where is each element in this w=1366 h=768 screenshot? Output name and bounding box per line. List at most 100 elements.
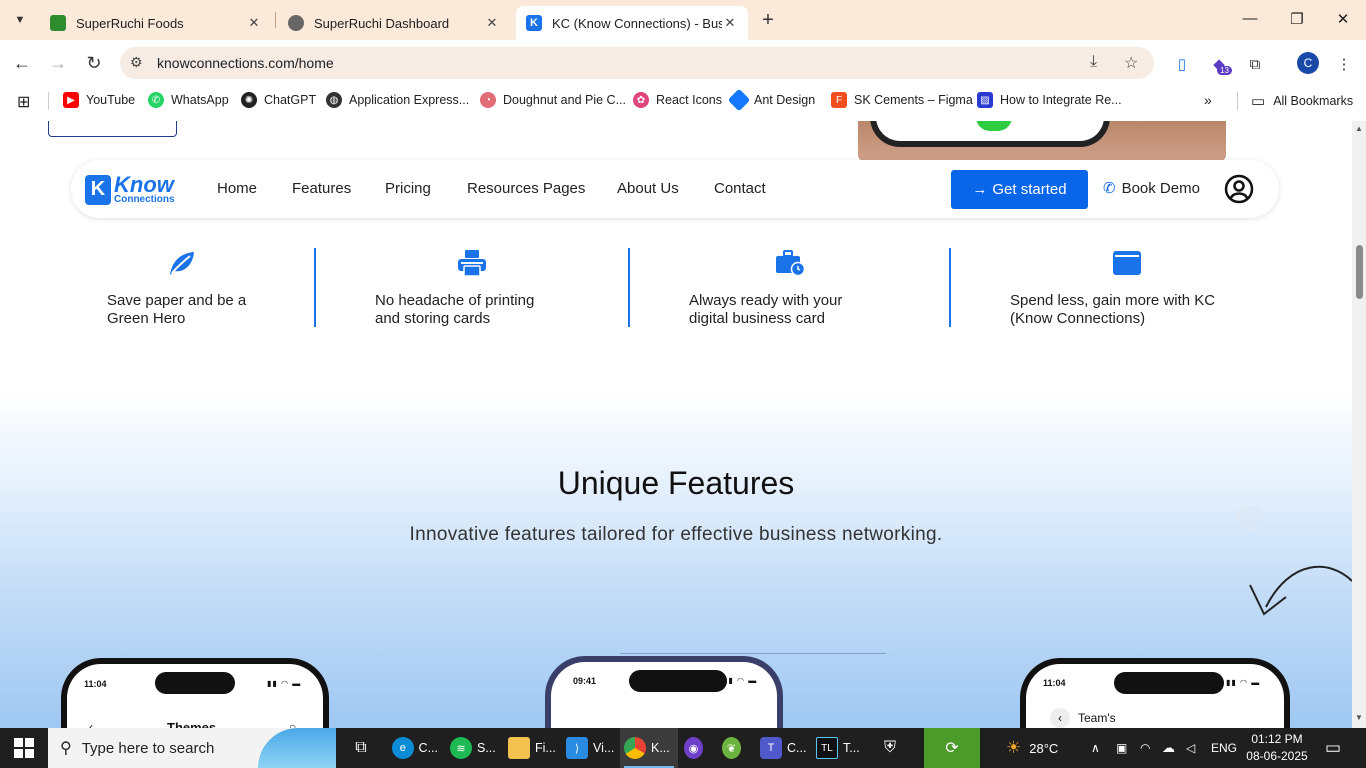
- vscode-icon: ⟩: [566, 737, 588, 759]
- bookmark-how-to-integrate[interactable]: ▨ How to Integrate Re...: [977, 92, 1122, 108]
- profile-avatar[interactable]: C: [1297, 52, 1319, 74]
- nav-about-us[interactable]: About Us: [617, 180, 679, 197]
- know-connections-logo[interactable]: K Know Connections: [85, 174, 175, 205]
- onedrive-cloud-icon[interactable]: ☁: [1162, 728, 1175, 768]
- taskbar-clock[interactable]: 01:12 PM 08-06-2025: [1244, 731, 1310, 765]
- bookmark-react-icons[interactable]: ✿ React Icons: [633, 92, 722, 108]
- taskbar-app-spring[interactable]: ❦: [720, 728, 746, 768]
- taskbar-app-tl[interactable]: TL T...: [812, 728, 866, 768]
- address-bar[interactable]: ⚙ knowconnections.com/home ⤓ ☆: [120, 47, 1154, 79]
- close-tab-icon[interactable]: ✕: [484, 15, 500, 31]
- nav-contact[interactable]: Contact: [714, 180, 766, 197]
- wallet-icon: [1113, 251, 1141, 275]
- phone-time: 11:04: [84, 679, 107, 689]
- taskbar-search-box[interactable]: ⚲ Type here to search: [48, 728, 336, 768]
- security-shield-icon[interactable]: ⛨: [884, 728, 896, 768]
- volume-icon[interactable]: ◁: [1186, 728, 1195, 768]
- phone-screen-title: Themes: [167, 720, 217, 728]
- weather-widget[interactable]: ☀ 28°C: [1006, 728, 1058, 768]
- taskbar-app-file-explorer[interactable]: Fi...: [504, 728, 558, 768]
- windows-start-icon[interactable]: [14, 738, 34, 758]
- leaf-icon: [170, 252, 194, 275]
- taskbar-app-github[interactable]: ◉: [682, 728, 708, 768]
- features-subtitle: Innovative features tailored for effecti…: [409, 524, 943, 545]
- bookmark-chatgpt[interactable]: ✺ ChatGPT: [241, 92, 316, 108]
- windows-taskbar: ⚲ Type here to search ⧉ e C... ≋ S... Fi..…: [0, 728, 1366, 768]
- bookmark-whatsapp[interactable]: ✆ WhatsApp: [148, 92, 229, 108]
- scroll-down-icon[interactable]: ▼: [1355, 713, 1363, 722]
- notifications-icon[interactable]: ▭: [1325, 728, 1341, 768]
- tl-icon: TL: [816, 737, 838, 759]
- nav-features[interactable]: Features: [292, 180, 351, 197]
- taskbar-app-edge[interactable]: e C...: [388, 728, 438, 768]
- features-title: Unique Features: [557, 465, 795, 501]
- hero-outline-button[interactable]: [48, 121, 177, 137]
- bookmark-ant-design[interactable]: Ant Design: [727, 88, 815, 112]
- tab-superruchi-foods[interactable]: SuperRuchi Foods ✕: [40, 6, 272, 40]
- show-hidden-icons-chevron[interactable]: ∧: [1091, 728, 1100, 768]
- benefit-text: Spend less, gain more with KC (Know Conne…: [1010, 292, 1216, 327]
- get-started-button[interactable]: → Get started: [951, 170, 1088, 209]
- phone-screen-title: Team's: [1078, 711, 1116, 725]
- more-bookmarks-chevron-icon[interactable]: »: [1204, 92, 1212, 108]
- nav-pricing[interactable]: Pricing: [385, 180, 431, 197]
- install-app-icon[interactable]: ⤓: [1090, 53, 1097, 71]
- bookmark-label: SK Cements – Figma: [854, 93, 973, 107]
- all-bookmarks-button[interactable]: ▭ All Bookmarks: [1251, 92, 1353, 110]
- page-scrollbar[interactable]: ▲ ▼: [1352, 121, 1366, 728]
- forward-icon[interactable]: →: [47, 52, 69, 74]
- new-tab-icon[interactable]: +: [758, 10, 778, 30]
- tab-superruchi-dashboard[interactable]: SuperRuchi Dashboard ✕: [278, 6, 510, 40]
- taskbar-app-spotify[interactable]: ≋ S...: [446, 728, 498, 768]
- book-demo-button[interactable]: ✆ Book Demo: [1103, 179, 1200, 198]
- reload-icon[interactable]: ↻: [83, 52, 105, 74]
- chatgpt-icon: ✺: [241, 92, 257, 108]
- extensions-puzzle-icon[interactable]: ⧉: [1244, 53, 1266, 75]
- close-tab-icon[interactable]: ✕: [246, 15, 262, 31]
- browser-tab-strip: ▼ SuperRuchi Foods ✕ SuperRuchi Dashboar…: [0, 0, 1366, 40]
- nav-home[interactable]: Home: [217, 180, 257, 197]
- bookmark-doughnut-pie[interactable]: ◔ Doughnut and Pie C...: [480, 92, 626, 108]
- tab-title: KC (Know Connections) - Business: [552, 15, 722, 31]
- bookmarks-bar: ⊞ ▶ YouTube ✆ WhatsApp ✺ ChatGPT ◍ Applicati…: [0, 86, 1366, 116]
- minimize-icon[interactable]: —: [1240, 10, 1260, 27]
- taskbar-app-teams[interactable]: T C...: [756, 728, 808, 768]
- wifi-icon[interactable]: ◠: [1140, 728, 1150, 768]
- user-account-icon[interactable]: [1224, 174, 1254, 204]
- tab-know-connections[interactable]: K KC (Know Connections) - Business ✕: [516, 6, 748, 40]
- benefit-text: Always ready with your digital business c…: [689, 292, 843, 327]
- bookmark-application-express[interactable]: ◍ Application Express...: [326, 92, 469, 108]
- url-text[interactable]: knowconnections.com/home: [157, 55, 334, 71]
- phone-mockup-center: 09:41 ▮▮ ◠ ▬: [545, 656, 783, 728]
- back-icon[interactable]: ←: [11, 52, 33, 74]
- phone-mockup-teams: 11:04 ▮▮ ◠ ▬ ‹ Team's: [1020, 658, 1290, 728]
- language-indicator[interactable]: ENG: [1211, 728, 1237, 768]
- search-highlight-image: [258, 728, 336, 768]
- taskbar-app-vscode[interactable]: ⟩ Vi...: [562, 728, 618, 768]
- nav-resources-pages[interactable]: Resources Pages: [467, 180, 585, 197]
- folder-icon: ▭: [1251, 93, 1266, 110]
- close-window-icon[interactable]: ✕: [1333, 10, 1353, 28]
- scroll-up-icon[interactable]: ▲: [1355, 124, 1363, 133]
- scrollbar-thumb[interactable]: [1356, 245, 1363, 299]
- phone-mockup-themes: 11:04 ▮▮ ◠ ▬ ‹ Themes ○: [61, 658, 329, 728]
- site-info-icon[interactable]: ⚙: [130, 54, 143, 71]
- more-menu-icon[interactable]: ⋮: [1333, 53, 1355, 75]
- tab-search-dropdown-icon[interactable]: ▼: [8, 8, 32, 32]
- taskbar-app-chrome[interactable]: K...: [620, 728, 678, 768]
- bookmark-figma[interactable]: F SK Cements – Figma: [831, 92, 973, 108]
- get-started-label: Get started: [992, 181, 1067, 198]
- weather-temp: 28°C: [1029, 740, 1059, 756]
- apps-grid-icon[interactable]: ⊞: [17, 92, 30, 112]
- site-navbar: K Know Connections Home Features Pricing…: [71, 160, 1279, 218]
- bookmark-star-icon[interactable]: ☆: [1124, 53, 1138, 73]
- phone-status-icons: ▮▮ ◠ ▬: [1226, 678, 1261, 687]
- book-demo-label: Book Demo: [1121, 179, 1200, 197]
- bookmark-youtube[interactable]: ▶ YouTube: [63, 92, 135, 108]
- close-tab-icon[interactable]: ✕: [722, 15, 738, 31]
- sync-app-icon[interactable]: ⟳: [924, 728, 980, 768]
- tray-device-icon[interactable]: ▣: [1116, 728, 1127, 768]
- extension-doc-icon[interactable]: ▯: [1171, 53, 1193, 75]
- task-view-icon[interactable]: ⧉: [350, 728, 372, 768]
- restore-icon[interactable]: ❐: [1287, 10, 1307, 28]
